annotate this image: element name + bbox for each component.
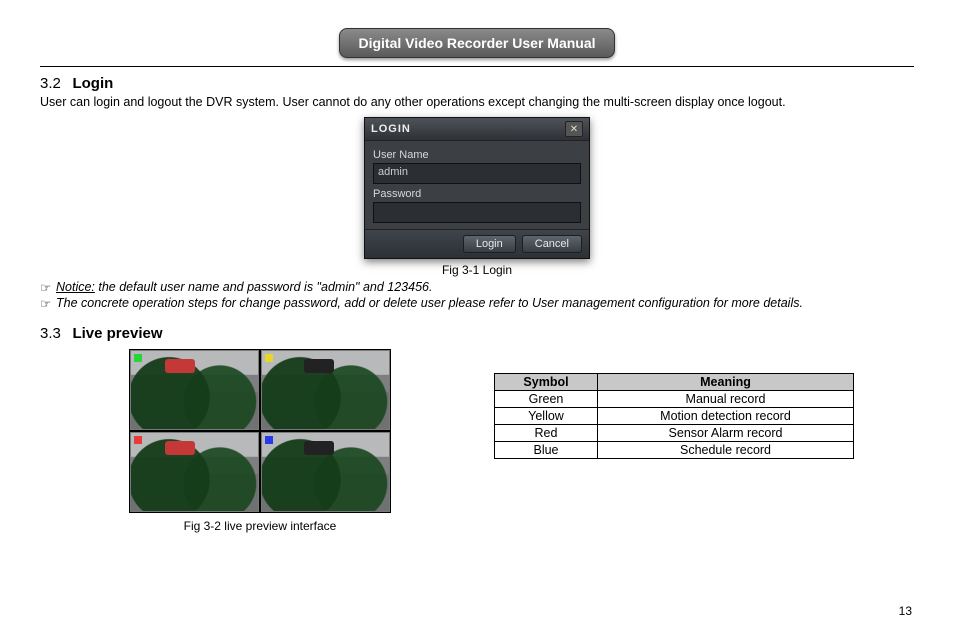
camera-cell-4	[261, 432, 390, 512]
car-icon	[304, 441, 334, 455]
figure-caption: Fig 3-1 Login	[442, 263, 512, 277]
status-dot-yellow	[265, 354, 273, 362]
camera-cell-1	[130, 350, 259, 430]
table-row: Green Manual record	[495, 391, 854, 408]
body-paragraph: User can login and logout the DVR system…	[40, 95, 914, 109]
symbol-cell: Red	[495, 425, 598, 442]
login-button[interactable]: Login	[463, 235, 516, 253]
live-preview-grid	[129, 349, 391, 513]
status-dot-green	[134, 354, 142, 362]
meaning-cell: Manual record	[598, 391, 854, 408]
document-title: Digital Video Recorder User Manual	[339, 28, 614, 58]
section-number: 3.2	[40, 75, 68, 92]
table-header-row: Symbol Meaning	[495, 374, 854, 391]
section-title: Live preview	[72, 325, 162, 342]
table-row: Red Sensor Alarm record	[495, 425, 854, 442]
meaning-cell: Sensor Alarm record	[598, 425, 854, 442]
notice-line: Notice: the default user name and passwo…	[56, 280, 432, 295]
password-label: Password	[373, 188, 581, 200]
cancel-button[interactable]: Cancel	[522, 235, 582, 253]
notice-text: The concrete operation steps for change …	[56, 296, 803, 311]
table-row: Yellow Motion detection record	[495, 408, 854, 425]
username-label: User Name	[373, 149, 581, 161]
status-dot-red	[134, 436, 142, 444]
notice-prefix: Notice:	[56, 280, 95, 294]
table-header-symbol: Symbol	[495, 374, 598, 391]
camera-cell-2	[261, 350, 390, 430]
camera-cell-3	[130, 432, 259, 512]
section-number: 3.3	[40, 325, 68, 342]
car-icon	[165, 441, 195, 455]
section-heading: 3.3 Live preview	[40, 325, 914, 343]
pointer-icon: ☞	[40, 296, 56, 311]
symbol-cell: Yellow	[495, 408, 598, 425]
table-header-meaning: Meaning	[598, 374, 854, 391]
status-dot-blue	[265, 436, 273, 444]
page-number: 13	[899, 604, 912, 618]
section-heading: 3.2 Login	[40, 75, 914, 93]
pointer-icon: ☞	[40, 280, 56, 295]
symbol-cell: Green	[495, 391, 598, 408]
car-icon	[304, 359, 334, 373]
login-dialog: LOGIN ✕ User Name admin Password Login C…	[364, 117, 590, 259]
car-icon	[165, 359, 195, 373]
notice-text: the default user name and password is "a…	[95, 280, 433, 294]
table-row: Blue Schedule record	[495, 442, 854, 459]
symbol-cell: Blue	[495, 442, 598, 459]
login-dialog-title: LOGIN	[371, 123, 411, 135]
close-icon[interactable]: ✕	[565, 121, 583, 137]
legend-table: Symbol Meaning Green Manual record Yello…	[494, 373, 854, 459]
figure-caption: Fig 3-2 live preview interface	[184, 519, 337, 533]
section-title: Login	[72, 75, 113, 92]
username-input[interactable]: admin	[373, 163, 581, 184]
meaning-cell: Schedule record	[598, 442, 854, 459]
password-input[interactable]	[373, 202, 581, 223]
horizontal-rule	[40, 66, 914, 67]
meaning-cell: Motion detection record	[598, 408, 854, 425]
